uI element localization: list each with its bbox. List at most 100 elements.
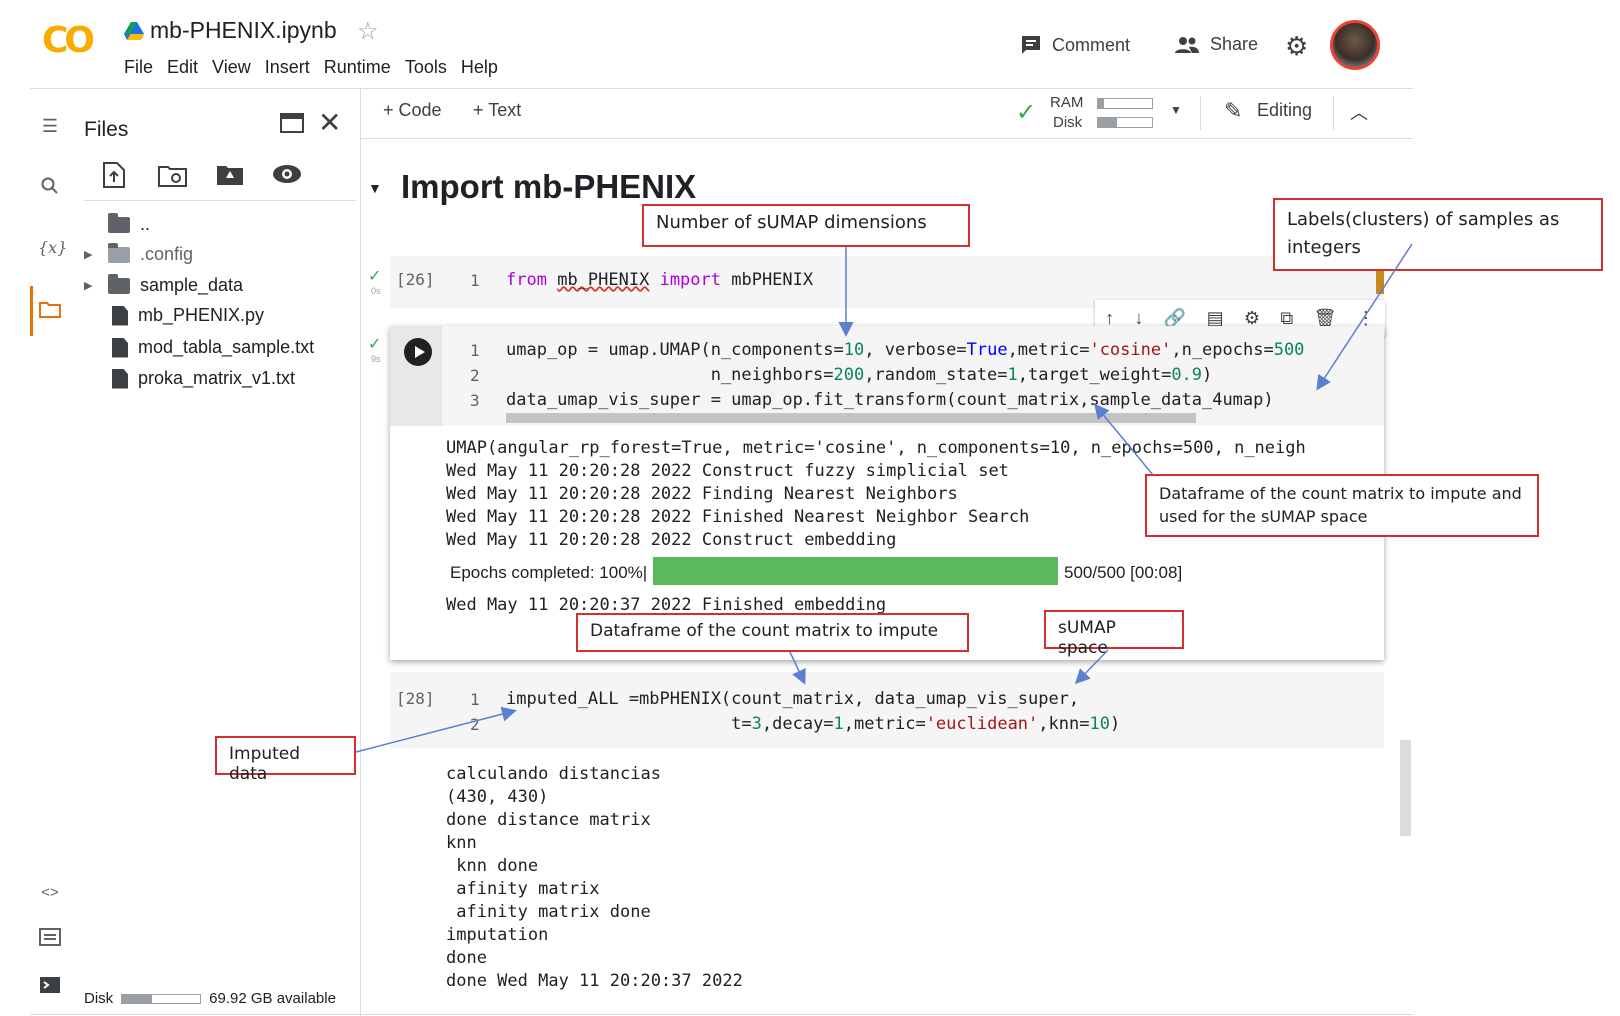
terminal-icon[interactable] <box>38 976 62 1000</box>
folder-icon <box>108 242 130 263</box>
output-line: imputation <box>446 925 549 945</box>
cell-success-check-icon: ✓ <box>368 336 382 353</box>
vertical-scrollbar[interactable] <box>1400 740 1411 836</box>
chevron-right-icon[interactable]: ▶ <box>84 279 98 292</box>
files-toolbar-divider <box>84 200 356 201</box>
menu-runtime[interactable]: Runtime <box>317 57 398 78</box>
output-line: Wed May 11 20:20:28 2022 Finished Neares… <box>446 507 1030 527</box>
ram-bar <box>1097 98 1153 109</box>
refresh-folder-icon[interactable] <box>158 164 188 193</box>
cell-exec-time: 0s <box>371 286 381 296</box>
add-code-button[interactable]: + Code <box>383 100 442 121</box>
star-icon[interactable]: ☆ <box>357 17 379 46</box>
code-line[interactable]: n_neighbors=200,random_state=1,target_we… <box>506 365 1213 385</box>
annotation-imputed-data: Imputed data <box>215 736 356 784</box>
panel-divider <box>360 88 361 1016</box>
ram-label: RAM <box>1050 94 1084 111</box>
annotation-n-dims: Number of sUMAP dimensions <box>642 204 970 247</box>
code-line[interactable]: from mb_PHENIX import mbPHENIX <box>506 270 813 290</box>
comment-icon <box>1022 36 1040 54</box>
output-line: Wed May 11 20:20:28 2022 Construct fuzzy… <box>446 461 1009 481</box>
close-icon[interactable]: ✕ <box>318 106 341 139</box>
code-cell-3[interactable] <box>390 672 1384 748</box>
code-line[interactable]: umap_op = umap.UMAP(n_components=10, ver… <box>506 340 1304 360</box>
menu-file[interactable]: File <box>117 57 160 78</box>
upload-file-icon[interactable] <box>102 162 126 193</box>
header-divider <box>30 88 1413 89</box>
mount-drive-icon[interactable] <box>216 164 244 191</box>
cell-success-check-icon: ✓ <box>368 268 382 285</box>
output-line: knn done <box>446 856 539 876</box>
resources-dropdown-icon[interactable]: ▼ <box>1170 103 1182 117</box>
code-line[interactable]: data_umap_vis_super = umap_op.fit_transf… <box>506 390 1274 410</box>
menu-insert[interactable]: Insert <box>258 57 317 78</box>
collapse-header-icon[interactable]: ︿ <box>1350 99 1368 125</box>
share-button[interactable]: Share <box>1174 34 1258 55</box>
tree-file[interactable]: proka_matrix_v1.txt <box>112 368 295 389</box>
progress-label: Epochs completed: 100%| <box>450 563 648 582</box>
add-text-button[interactable]: + Text <box>473 100 521 121</box>
file-icon <box>112 337 128 358</box>
section-title: Import mb-PHENIX <box>401 168 697 205</box>
menu-edit[interactable]: Edit <box>160 57 205 78</box>
output-line: done distance matrix <box>446 810 651 830</box>
output-line: UMAP(angular_rp_forest=True, metric='cos… <box>446 438 1306 458</box>
menu-help[interactable]: Help <box>454 57 505 78</box>
cell-exec-time: 9s <box>371 354 381 364</box>
open-in-tab-icon[interactable] <box>280 113 304 138</box>
tree-file[interactable]: mb_PHENIX.py <box>112 305 264 326</box>
line-number: 1 <box>470 271 480 290</box>
comment-button[interactable]: Comment <box>1020 34 1130 56</box>
people-icon <box>1175 36 1199 53</box>
output-line: Wed May 11 20:20:28 2022 Construct embed… <box>446 530 897 550</box>
line-number: 2 <box>470 715 480 734</box>
avatar[interactable] <box>1330 20 1380 70</box>
app-bottom-border <box>30 1014 1413 1015</box>
variables-icon[interactable]: {x} <box>38 238 67 262</box>
command-palette-icon[interactable] <box>38 928 62 952</box>
collapse-section-icon[interactable]: ▼ <box>368 180 382 196</box>
menu-view[interactable]: View <box>205 57 258 78</box>
output-line: knn <box>446 833 477 853</box>
disk-usage-bar <box>121 993 202 1004</box>
gear-icon[interactable]: ⚙ <box>1285 31 1308 62</box>
output-line: calculando distancias <box>446 764 661 784</box>
editing-mode-button[interactable]: Editing <box>1257 100 1312 121</box>
disk-bar <box>1097 117 1153 128</box>
annotation-sumap-space: sUMAP space <box>1044 610 1184 658</box>
toc-icon[interactable]: ☰ <box>38 116 62 140</box>
file-icon <box>112 368 128 389</box>
menu-bar: File Edit View Insert Runtime Tools Help <box>117 57 505 78</box>
pencil-icon: ✎ <box>1224 98 1243 123</box>
tree-folder-sample-data[interactable]: ▶ sample_data <box>84 273 243 296</box>
output-line: done Wed May 11 20:20:37 2022 <box>446 971 743 991</box>
notebook-title[interactable]: mb-PHENIX.ipynb <box>150 17 337 44</box>
horizontal-scrollbar[interactable] <box>506 413 1196 423</box>
show-hidden-eye-icon[interactable] <box>272 164 302 189</box>
tree-parent[interactable]: .. <box>108 212 150 235</box>
colab-logo[interactable]: CO <box>42 20 95 61</box>
run-cell-button[interactable] <box>404 338 432 366</box>
toolbar-sep <box>1333 96 1334 130</box>
tree-folder-config[interactable]: ▶ .config <box>84 242 193 265</box>
code-line[interactable]: imputed_ALL =mbPHENIX(count_matrix, data… <box>506 689 1079 709</box>
folder-icon <box>108 273 130 294</box>
line-number: 2 <box>470 366 480 385</box>
annotation-count-matrix: Dataframe of the count matrix to impute <box>576 613 969 652</box>
toolbar-divider <box>361 138 1413 139</box>
epochs-progress-bar <box>653 557 1058 585</box>
execution-count: [26] <box>396 270 435 289</box>
tree-file[interactable]: mod_tabla_sample.txt <box>112 337 314 358</box>
code-snippets-icon[interactable]: <> <box>38 884 62 908</box>
output-line: Wed May 11 20:20:28 2022 Finding Nearest… <box>446 484 958 504</box>
drive-icon <box>124 22 144 45</box>
folder-icon[interactable] <box>38 300 62 324</box>
output-line: done <box>446 948 487 968</box>
connected-check-icon: ✓ <box>1016 99 1037 126</box>
search-icon[interactable] <box>38 176 62 200</box>
code-line[interactable]: t=3,decay=1,metric='euclidean',knn=10) <box>506 714 1120 734</box>
toolbar-sep <box>1200 96 1201 130</box>
chevron-right-icon[interactable]: ▶ <box>84 248 98 261</box>
toolbar-disk-label: Disk <box>1053 114 1083 131</box>
menu-tools[interactable]: Tools <box>398 57 454 78</box>
